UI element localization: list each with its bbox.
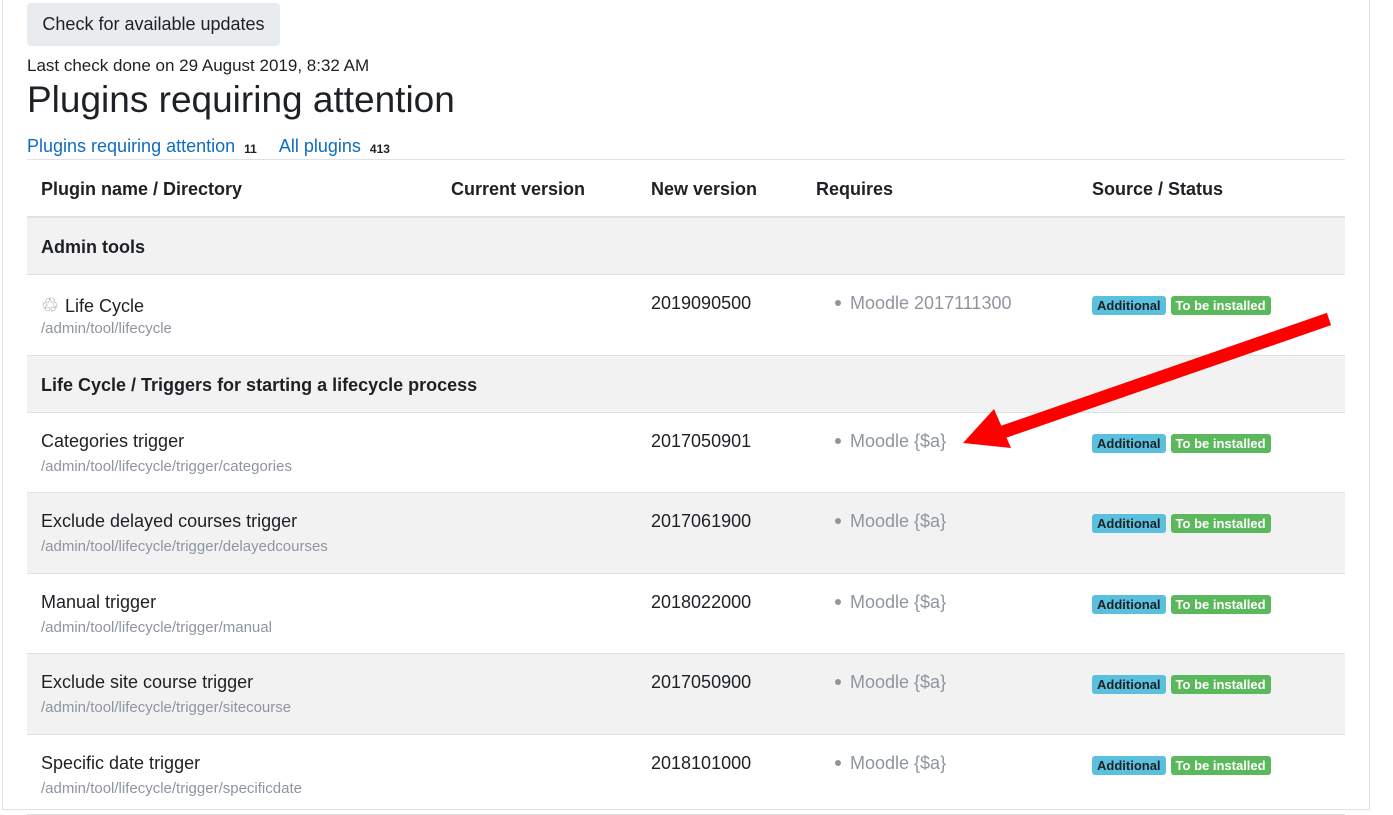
plugin-directory: /admin/tool/lifecycle/trigger/categories bbox=[41, 458, 292, 475]
col-current-version: Current version bbox=[451, 179, 585, 200]
requires-text: Moodle 2017111300 bbox=[850, 293, 1011, 313]
check-updates-button[interactable]: Check for available updates bbox=[27, 3, 280, 46]
status-badges: Additional To be installed bbox=[1092, 756, 1271, 775]
plugins-table: Plugin name / Directory Current version … bbox=[27, 159, 1345, 815]
status-badge: To be installed bbox=[1171, 514, 1271, 533]
bullet-icon bbox=[835, 679, 841, 685]
plugin-directory: /admin/tool/lifecycle/trigger/sitecourse bbox=[41, 699, 291, 716]
filter-all-count: 413 bbox=[370, 142, 390, 156]
source-badge: Additional bbox=[1092, 675, 1166, 694]
new-version: 2017061900 bbox=[651, 511, 751, 532]
bullet-icon bbox=[835, 438, 841, 444]
group-row: Admin tools bbox=[27, 218, 1345, 275]
table-row: ♲ Life Cycle /admin/tool/lifecycle 201909… bbox=[27, 275, 1345, 356]
table-row: Manual trigger /admin/tool/lifecycle/tri… bbox=[27, 574, 1345, 655]
status-badges: Additional To be installed bbox=[1092, 434, 1271, 453]
plugin-name: ♲ Life Cycle bbox=[41, 293, 144, 318]
status-badge: To be installed bbox=[1171, 296, 1271, 315]
requires-text: Moodle {$a} bbox=[850, 672, 946, 692]
requires: Moodle {$a} bbox=[835, 511, 946, 532]
requires: Moodle {$a} bbox=[835, 431, 946, 452]
status-badge: To be installed bbox=[1171, 756, 1271, 775]
plugin-filters: Plugins requiring attention 11 All plugin… bbox=[27, 136, 408, 157]
requires: Moodle {$a} bbox=[835, 592, 946, 613]
source-badge: Additional bbox=[1092, 514, 1166, 533]
status-badge: To be installed bbox=[1171, 434, 1271, 453]
status-badges: Additional To be installed bbox=[1092, 514, 1271, 533]
new-version: 2018022000 bbox=[651, 592, 751, 613]
filter-attention-link[interactable]: Plugins requiring attention bbox=[27, 136, 235, 156]
col-source-status: Source / Status bbox=[1092, 179, 1223, 200]
status-badges: Additional To be installed bbox=[1092, 675, 1271, 694]
bullet-icon bbox=[835, 599, 841, 605]
new-version: 2017050901 bbox=[651, 431, 751, 452]
table-row: Exclude delayed courses trigger /admin/t… bbox=[27, 493, 1345, 574]
plugin-directory: /admin/tool/lifecycle/trigger/delayedcou… bbox=[41, 538, 328, 555]
table-row: Categories trigger /admin/tool/lifecycle… bbox=[27, 413, 1345, 494]
group-row: Life Cycle / Triggers for starting a lif… bbox=[27, 356, 1345, 413]
recycle-icon: ♲ bbox=[41, 295, 59, 317]
group-label: Life Cycle / Triggers for starting a lif… bbox=[41, 375, 477, 396]
plugin-name: Categories trigger bbox=[41, 431, 184, 452]
table-row: Exclude site course trigger /admin/tool/… bbox=[27, 654, 1345, 735]
status-badges: Additional To be installed bbox=[1092, 296, 1271, 315]
bullet-icon bbox=[835, 300, 841, 306]
source-badge: Additional bbox=[1092, 756, 1166, 775]
col-plugin-name: Plugin name / Directory bbox=[41, 179, 242, 200]
last-check-text: Last check done on 29 August 2019, 8:32 … bbox=[27, 56, 369, 76]
new-version: 2019090500 bbox=[651, 293, 751, 314]
requires: Moodle {$a} bbox=[835, 672, 946, 693]
group-label: Admin tools bbox=[41, 237, 145, 258]
bullet-icon bbox=[835, 518, 841, 524]
status-badge: To be installed bbox=[1171, 675, 1271, 694]
source-badge: Additional bbox=[1092, 296, 1166, 315]
filter-all-link[interactable]: All plugins bbox=[279, 136, 361, 156]
plugin-name-text: Life Cycle bbox=[65, 296, 144, 316]
plugin-name: Manual trigger bbox=[41, 592, 156, 613]
bullet-icon bbox=[835, 760, 841, 766]
source-badge: Additional bbox=[1092, 434, 1166, 453]
plugin-name: Exclude site course trigger bbox=[41, 672, 253, 693]
table-header: Plugin name / Directory Current version … bbox=[27, 160, 1345, 218]
status-badge: To be installed bbox=[1171, 595, 1271, 614]
requires: Moodle 2017111300 bbox=[835, 293, 1011, 314]
table-row: Specific date trigger /admin/tool/lifecy… bbox=[27, 735, 1345, 815]
plugin-directory: /admin/tool/lifecycle/trigger/manual bbox=[41, 619, 272, 636]
new-version: 2017050900 bbox=[651, 672, 751, 693]
plugin-name: Exclude delayed courses trigger bbox=[41, 511, 297, 532]
col-new-version: New version bbox=[651, 179, 757, 200]
requires-text: Moodle {$a} bbox=[850, 511, 946, 531]
requires-text: Moodle {$a} bbox=[850, 592, 946, 612]
requires-text: Moodle {$a} bbox=[850, 431, 946, 451]
plugin-directory: /admin/tool/lifecycle/trigger/specificda… bbox=[41, 780, 302, 797]
new-version: 2018101000 bbox=[651, 753, 751, 774]
requires: Moodle {$a} bbox=[835, 753, 946, 774]
status-badges: Additional To be installed bbox=[1092, 595, 1271, 614]
page-title: Plugins requiring attention bbox=[27, 79, 455, 121]
requires-text: Moodle {$a} bbox=[850, 753, 946, 773]
plugin-directory: /admin/tool/lifecycle bbox=[41, 320, 172, 337]
filter-attention-count: 11 bbox=[244, 142, 257, 156]
col-requires: Requires bbox=[816, 179, 893, 200]
plugin-name: Specific date trigger bbox=[41, 753, 200, 774]
source-badge: Additional bbox=[1092, 595, 1166, 614]
